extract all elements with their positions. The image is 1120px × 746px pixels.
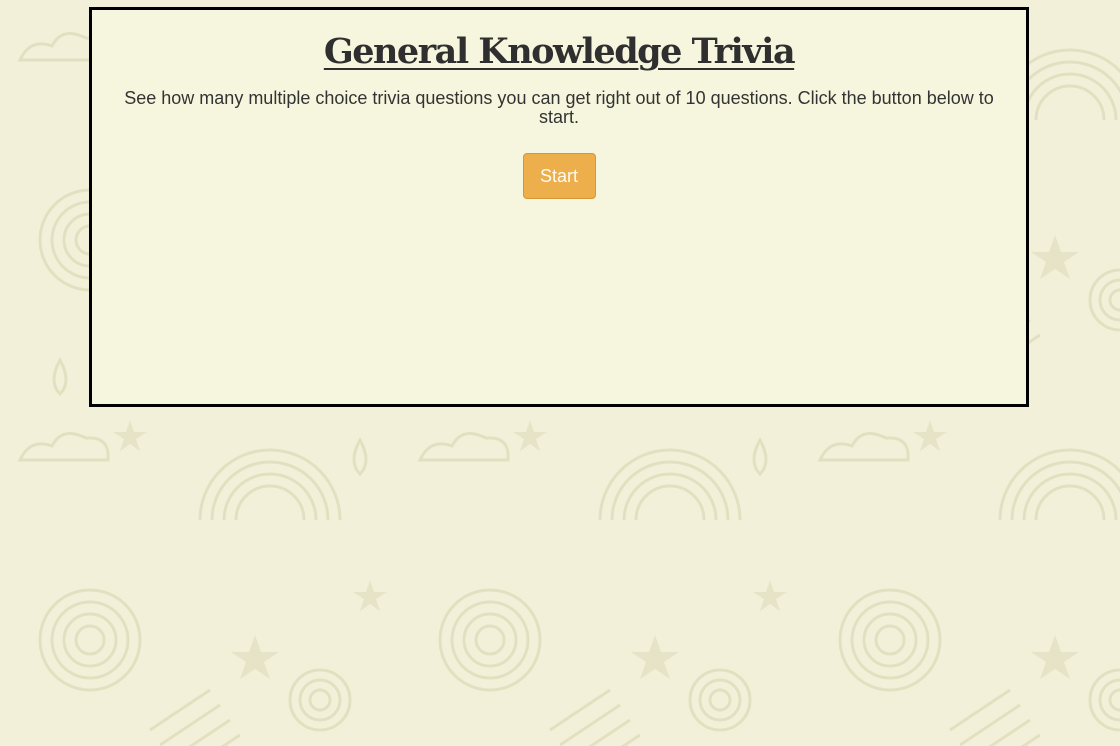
page-title: General Knowledge Trivia — [323, 31, 796, 72]
trivia-card: General Knowledge Trivia See how many mu… — [89, 7, 1029, 407]
start-button[interactable]: Start — [522, 153, 596, 199]
intro-description: See how many multiple choice trivia ques… — [124, 88, 994, 127]
